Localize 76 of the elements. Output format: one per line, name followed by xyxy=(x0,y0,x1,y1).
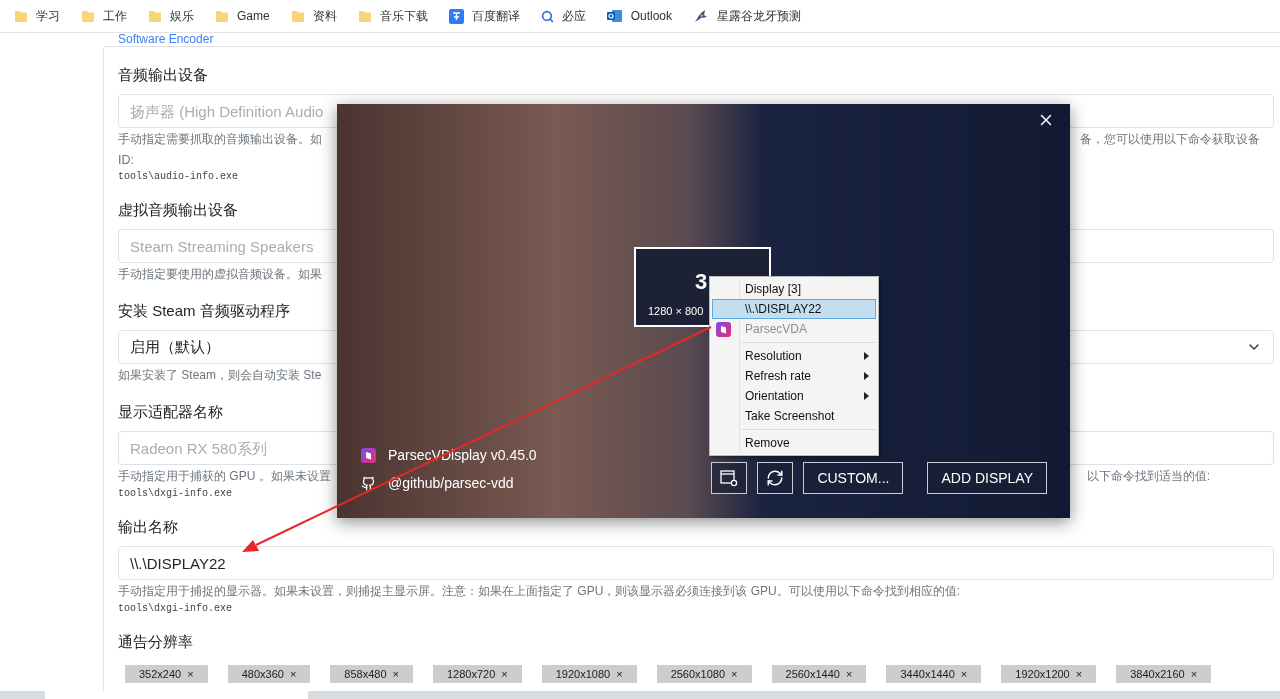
display-number: 3 xyxy=(695,269,708,295)
command-text: tools\dxgi-info.exe xyxy=(118,602,234,616)
dialog-button[interactable]: ADD DISPLAY xyxy=(927,462,1047,494)
help-text: 手动指定需要抓取的音频输出设备。如 xyxy=(118,131,322,148)
setting-label: 通告分辨率 xyxy=(118,632,193,652)
refresh-icon xyxy=(766,469,785,487)
command-text: tools\audio-info.exe xyxy=(118,170,240,184)
bookmark[interactable]: Outlook xyxy=(606,7,673,25)
menu-item[interactable]: Refresh rate xyxy=(712,366,876,386)
tag-label: 1920x1200 xyxy=(1015,666,1070,682)
remove-tag-button[interactable]: × xyxy=(616,665,623,683)
folder-icon xyxy=(81,9,95,23)
text-field[interactable]: \\.\DISPLAY22 xyxy=(118,546,1274,580)
tag-label: 2560x1440 xyxy=(785,666,840,682)
setting-label: 输出名称 xyxy=(118,517,178,537)
command-text: tools\dxgi-info.exe xyxy=(118,487,234,501)
remove-tag-button[interactable]: × xyxy=(845,665,853,683)
folder-icon xyxy=(215,9,229,23)
tag-label: 858x480 xyxy=(344,666,387,682)
bookmark[interactable]: Game xyxy=(215,7,270,25)
bookmark[interactable]: 娱乐 xyxy=(148,7,194,25)
menu-item[interactable]: Resolution xyxy=(712,346,876,366)
dialog-button[interactable]: CUSTOM... xyxy=(803,462,904,494)
repo-link[interactable]: @github/parsec-vdd xyxy=(388,473,514,494)
remove-tag-button[interactable]: × xyxy=(187,665,194,683)
remove-tag-button[interactable]: × xyxy=(1075,665,1083,683)
settings-button[interactable] xyxy=(711,462,748,494)
remove-tag-button[interactable]: × xyxy=(392,665,399,683)
setting-label: 音频输出设备 xyxy=(118,65,208,85)
tag-label: 3440x1440 xyxy=(900,666,955,682)
tag-label: 1280x720 xyxy=(446,666,496,682)
bookmark[interactable]: 星露谷龙牙预测 xyxy=(693,7,802,25)
help-text: ID: xyxy=(118,152,134,169)
app-logo-icon xyxy=(716,322,731,337)
help-text: 以下命令找到适当的值: xyxy=(1086,468,1210,485)
search-icon xyxy=(540,9,554,23)
tag-label: 352x240 xyxy=(139,666,182,682)
bookmark[interactable]: 百度翻译 xyxy=(448,7,520,25)
mail-icon xyxy=(606,9,623,23)
bookmark[interactable]: 必应 xyxy=(540,7,586,25)
folder-icon xyxy=(148,9,162,23)
remove-tag-button[interactable]: × xyxy=(731,665,738,683)
tag-label: 2560x1080 xyxy=(670,666,726,682)
remove-tag-button[interactable]: × xyxy=(1190,665,1198,683)
translate-icon xyxy=(448,8,464,24)
tag-label: 1920x1080 xyxy=(555,666,611,682)
bookmark[interactable]: 工作 xyxy=(81,7,127,25)
window-settings-icon xyxy=(719,468,740,488)
menu-item[interactable]: Remove xyxy=(712,433,876,453)
setting-label: 安装 Steam 音频驱动程序 xyxy=(118,301,290,321)
remove-tag-button[interactable]: × xyxy=(501,665,508,683)
folder-icon xyxy=(357,9,372,23)
app-logo-icon xyxy=(361,448,376,463)
menu-item[interactable]: Orientation xyxy=(712,386,876,406)
help-text: 手动指定用于捕获的 GPU 。如果未设置 xyxy=(118,468,331,485)
github-icon xyxy=(361,476,376,491)
menu-item[interactable]: \\.\DISPLAY22 xyxy=(712,299,876,319)
section-link[interactable]: Software Encoder xyxy=(118,33,1280,46)
help-text: 手动指定用于捕捉的显示器。如果未设置，则捕捉主显示屏。注意：如果在上面指定了 GPU，则该显示器必须连接到该 GPU。可以使用以下命令找到相应的值: xyxy=(118,583,960,600)
help-text: 备，您可以使用以下命令获取设备 xyxy=(1080,131,1260,148)
tag-label: 480x360 xyxy=(241,666,284,682)
refresh-button[interactable] xyxy=(757,462,794,494)
menu-item[interactable]: Take Screenshot xyxy=(712,406,876,426)
setting-label: 虚拟音频输出设备 xyxy=(118,200,238,220)
folder-icon xyxy=(290,9,305,23)
help-text: 手动指定要使用的虚拟音频设备。如果 xyxy=(118,266,322,283)
help-text: 如果安装了 Steam，则会自动安装 Ste xyxy=(118,367,322,384)
remove-tag-button[interactable]: × xyxy=(960,665,968,683)
remove-tag-button[interactable]: × xyxy=(289,665,297,683)
folder-icon xyxy=(14,9,28,23)
display-resolution: 1280 × 800 xyxy=(648,304,704,319)
bookmark[interactable]: 学习 xyxy=(14,7,60,25)
tag-label: 3840x2160 xyxy=(1130,666,1185,682)
bookmark[interactable]: 资料 xyxy=(290,7,337,25)
bookmark[interactable]: 音乐下载 xyxy=(357,7,428,25)
setting-label: 显示适配器名称 xyxy=(118,402,223,422)
